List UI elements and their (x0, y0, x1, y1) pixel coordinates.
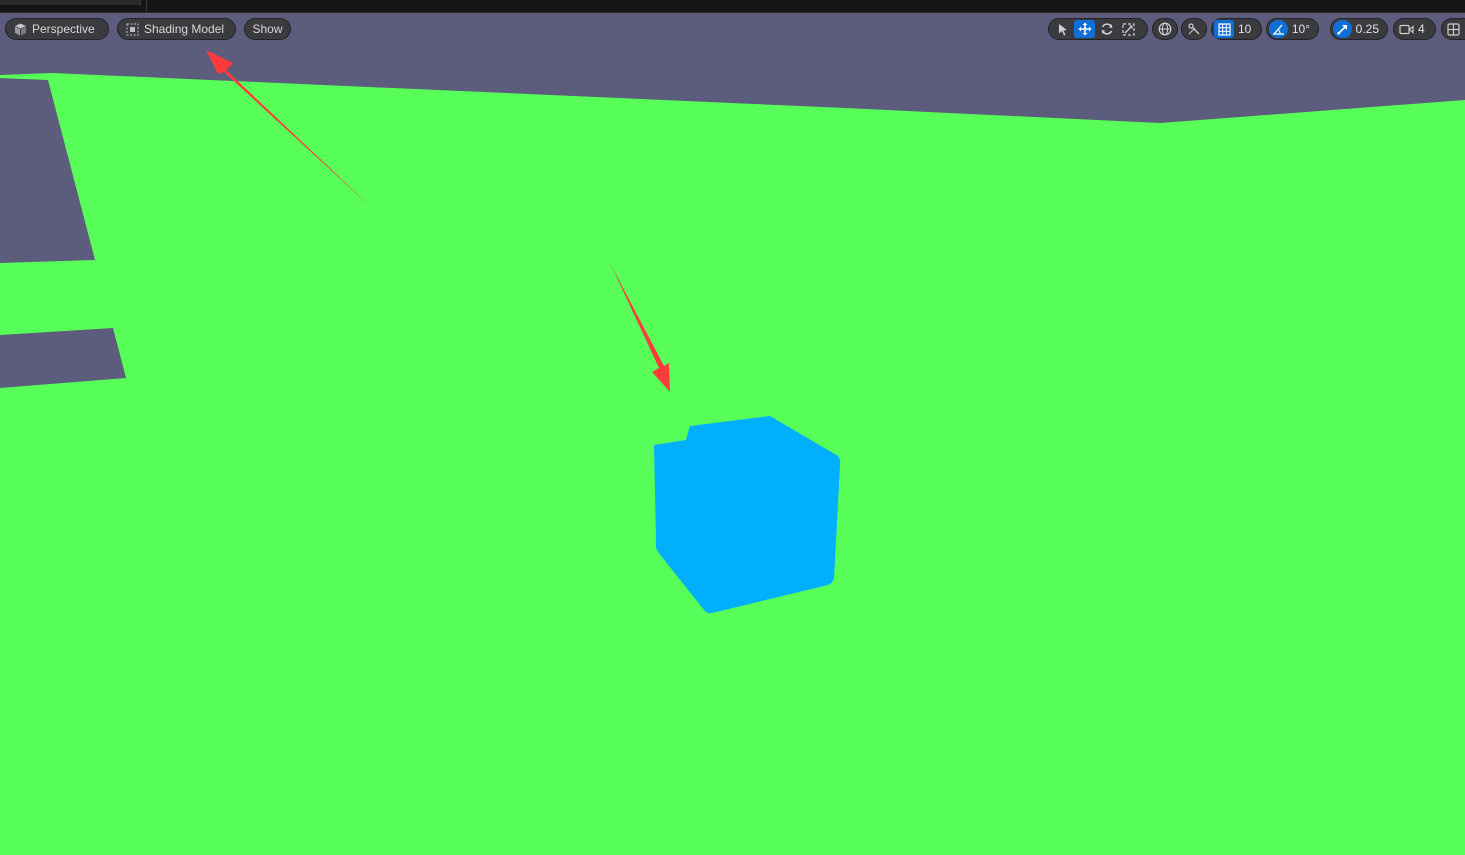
viewport-layout-button[interactable] (1441, 18, 1465, 40)
camera-icon (1396, 20, 1416, 38)
scale-icon[interactable] (1118, 20, 1139, 38)
show-label: Show (252, 22, 283, 36)
angle-icon (1269, 20, 1288, 38)
title-strip (0, 0, 1465, 13)
rotation-snap-group[interactable]: 10° (1266, 18, 1319, 40)
camera-speed-value: 4 (1418, 22, 1425, 36)
grid-snap-value: 10 (1238, 22, 1252, 36)
perspective-button[interactable]: Perspective (5, 18, 109, 40)
world-local-toggle[interactable] (1152, 18, 1178, 40)
editor-viewport[interactable]: Perspective Shading Model Show 10 10° 0.… (0, 0, 1465, 855)
grid-snap-group[interactable]: 10 (1211, 18, 1262, 40)
camera-speed-group[interactable]: 4 (1393, 18, 1436, 40)
perspective-label: Perspective (32, 22, 95, 36)
rotation-snap-value: 10° (1291, 22, 1310, 36)
scene-canvas[interactable] (0, 13, 1465, 855)
show-button[interactable]: Show (244, 18, 291, 40)
left-low-block (0, 328, 126, 388)
shading-model-icon (123, 23, 141, 36)
divider (146, 0, 147, 12)
shading-model-label: Shading Model (144, 22, 225, 36)
shading-model-button[interactable]: Shading Model (117, 18, 236, 40)
scale-snap-group[interactable]: 0.25 (1330, 18, 1388, 40)
globe-icon (1155, 20, 1175, 38)
scale-snap-icon (1333, 20, 1352, 38)
layout-icon (1444, 20, 1463, 38)
scale-snap-value: 0.25 (1355, 22, 1379, 36)
transform-mode-group (1048, 18, 1148, 40)
surface-snap-toggle[interactable] (1181, 18, 1207, 40)
grid-icon (1214, 20, 1234, 38)
cube-icon (11, 23, 29, 36)
rotate-icon[interactable] (1096, 20, 1117, 38)
surface-snap-icon (1184, 20, 1204, 38)
select-arrow-icon[interactable] (1052, 20, 1073, 38)
tab-stub[interactable] (0, 0, 141, 5)
move-icon[interactable] (1074, 20, 1095, 38)
